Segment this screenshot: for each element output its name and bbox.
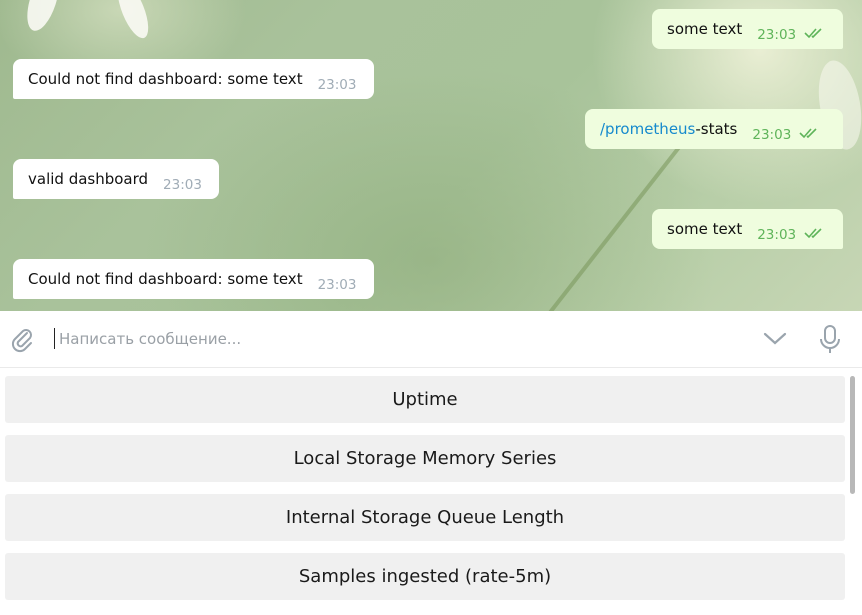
message-composer: Написать сообщение... (0, 311, 862, 368)
chat-history[interactable]: some text 23:03 Could not find dashboard… (0, 0, 862, 311)
attach-icon[interactable] (8, 325, 36, 357)
bot-command-link[interactable]: /prometheus (600, 120, 695, 138)
message-bubble-incoming[interactable]: valid dashboard 23:03 (13, 159, 219, 199)
message-text-rest: -stats (695, 120, 738, 138)
message-bubble-outgoing[interactable]: some text 23:03 (652, 209, 843, 249)
message-time: 23:03 (757, 26, 797, 43)
message-time: 23:03 (752, 126, 792, 143)
keyboard-button-uptime[interactable]: Uptime (5, 376, 845, 423)
message-text: Could not find dashboard: some text (28, 270, 303, 288)
keyboard-button-samples-ingested[interactable]: Samples ingested (rate-5m) (5, 553, 845, 600)
wallpaper-petal (21, 0, 65, 35)
keyboard-button-local-storage-memory-series[interactable]: Local Storage Memory Series (5, 435, 845, 482)
chevron-down-icon[interactable] (762, 330, 788, 350)
double-check-icon (799, 125, 823, 143)
message-bubble-outgoing[interactable]: /prometheus-stats 23:03 (585, 109, 843, 149)
message-time: 23:03 (163, 176, 202, 193)
double-check-icon (804, 225, 828, 243)
keyboard-button-internal-storage-queue-length[interactable]: Internal Storage Queue Length (5, 494, 845, 541)
message-bubble-incoming[interactable]: Could not find dashboard: some text 23:0… (13, 59, 374, 99)
bot-reply-keyboard: Uptime Local Storage Memory Series Inter… (0, 368, 862, 615)
text-cursor (54, 328, 55, 349)
message-text: /prometheus-stats (600, 120, 737, 138)
wallpaper-petal (111, 0, 155, 42)
double-check-icon (804, 25, 828, 43)
message-time: 23:03 (757, 226, 797, 243)
microphone-icon[interactable] (818, 324, 842, 360)
message-time: 23:03 (317, 76, 357, 93)
message-text: some text (667, 20, 743, 38)
message-bubble-outgoing[interactable]: some text 23:03 (652, 9, 843, 49)
message-text: Could not find dashboard: some text (28, 70, 303, 88)
message-bubble-incoming[interactable]: Could not find dashboard: some text 23:0… (13, 259, 374, 299)
message-input[interactable]: Написать сообщение... (59, 330, 241, 348)
message-time: 23:03 (317, 276, 357, 293)
keyboard-scrollbar[interactable] (850, 376, 855, 494)
message-text: valid dashboard (28, 170, 149, 188)
message-text: some text (667, 220, 743, 238)
